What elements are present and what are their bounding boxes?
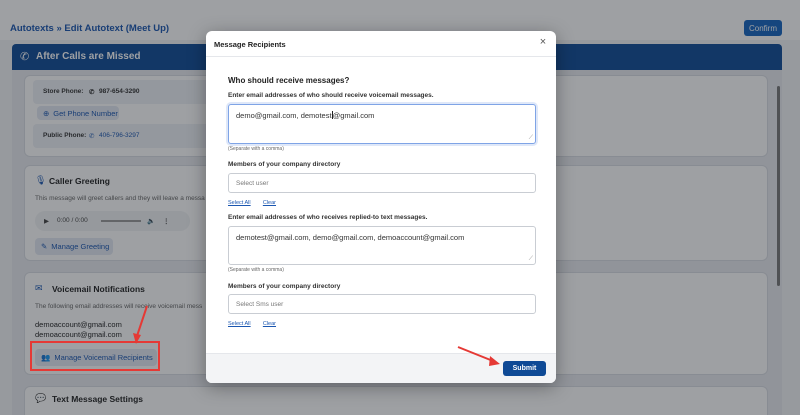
select-user-dropdown[interactable]: Select user	[228, 173, 536, 193]
voicemail-email-value-tail: @gmail.com	[332, 111, 375, 120]
select-sms-user-dropdown[interactable]: Select Sms user	[228, 294, 536, 314]
directory-label: Members of your company directory	[228, 283, 341, 290]
clear-link[interactable]: Clear	[263, 200, 276, 206]
modal-divider	[206, 56, 556, 57]
message-recipients-modal: Message Recipients × Who should receive …	[206, 31, 556, 383]
select-all-link[interactable]: Select All	[228, 200, 251, 206]
directory-label: Members of your company directory	[228, 161, 341, 168]
text-email-input[interactable]: demotest@gmail.com, demo@gmail.com, demo…	[228, 226, 536, 265]
question-title: Who should receive messages?	[228, 76, 350, 85]
voicemail-email-input[interactable]: demo@gmail.com, demotest@gmail.com ⟋	[228, 104, 536, 144]
submit-button[interactable]: Submit	[503, 361, 546, 376]
directory-links: Select All Clear	[228, 316, 276, 328]
close-icon[interactable]: ×	[536, 35, 550, 49]
text-email-label: Enter email addresses of who receives re…	[228, 214, 428, 221]
voicemail-email-label: Enter email addresses of who should rece…	[228, 92, 434, 99]
resize-handle-icon[interactable]: ⟋	[529, 135, 533, 141]
clear-link[interactable]: Clear	[263, 321, 276, 327]
directory-links: Select All Clear	[228, 195, 276, 207]
select-all-link[interactable]: Select All	[228, 321, 251, 327]
modal-title: Message Recipients	[214, 40, 286, 49]
separate-hint: (Separate with a comma)	[228, 267, 284, 273]
annotation-highlight-box	[30, 341, 160, 371]
voicemail-email-value: demo@gmail.com, demotest	[236, 111, 332, 120]
text-email-value: demotest@gmail.com, demo@gmail.com, demo…	[236, 233, 465, 242]
separate-hint: (Separate with a comma)	[228, 146, 284, 152]
resize-handle-icon[interactable]: ⟋	[529, 256, 533, 262]
